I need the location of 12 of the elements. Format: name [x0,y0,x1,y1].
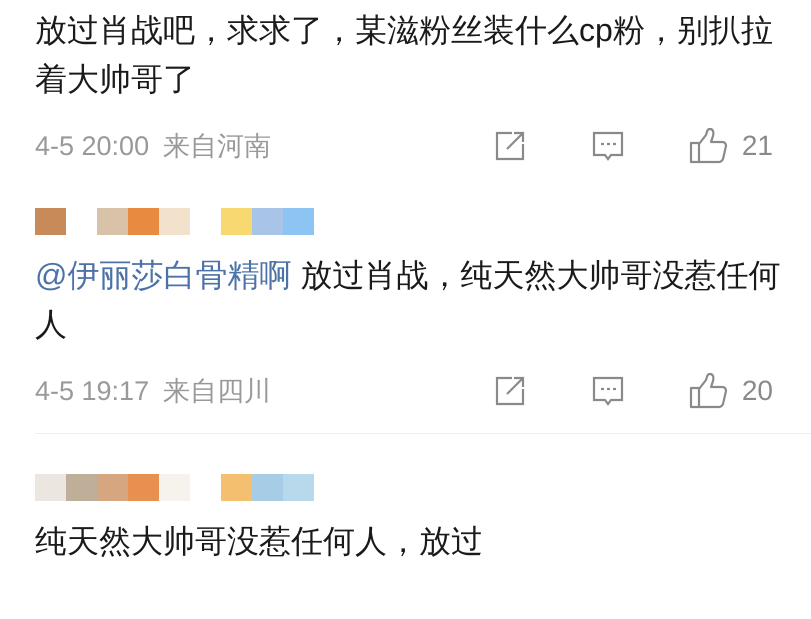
comment-text: @伊丽莎白骨精啊 放过肖战，纯天然大帅哥没惹任何人 [35,256,781,344]
comment-text: 纯天然大帅哥没惹任何人，放过 [35,522,484,561]
comment-location: 来自河南 [163,130,272,163]
comment-location: 来自四川 [163,374,272,408]
comment-time: 4-5 20:00 [35,130,150,163]
comment-time: 4-5 19:17 [35,374,150,408]
like-count: 21 [742,129,773,163]
mention-link[interactable]: @伊丽莎白骨精啊 [35,257,292,293]
like-count: 20 [742,374,773,408]
thumbs-up-icon[interactable] [688,127,728,165]
comment-text: 放过肖战吧，求求了，某滋粉丝装什么cp粉，别扒拉着大帅哥了 [35,11,774,99]
thumbs-up-icon[interactable] [688,372,728,410]
